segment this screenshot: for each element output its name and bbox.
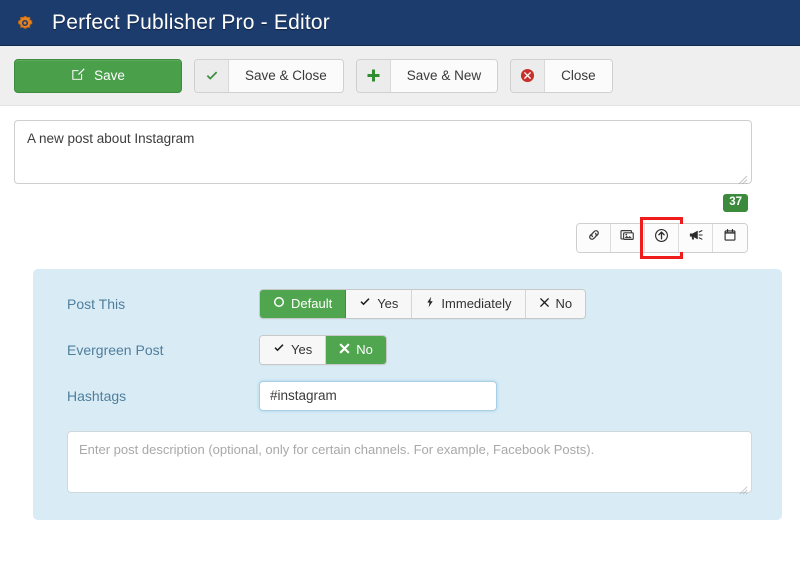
editor-toolbar: Save Save & Close Save & New Close xyxy=(0,46,800,106)
post-this-option-default-label: Default xyxy=(291,296,333,312)
save-and-close-button[interactable]: Save & Close xyxy=(194,58,344,93)
app-header: Perfect Publisher Pro - Editor xyxy=(0,0,800,46)
post-this-option-immediately-label: Immediately xyxy=(441,296,512,312)
calendar-icon xyxy=(723,228,737,247)
attachment-toolbar xyxy=(576,216,748,259)
check-icon xyxy=(273,342,285,357)
post-this-option-default[interactable]: Default xyxy=(260,289,347,318)
times-circle-icon xyxy=(511,59,546,92)
calendar-icon-button[interactable] xyxy=(713,223,747,252)
check-icon xyxy=(195,59,229,92)
save-and-close-label: Save & Close xyxy=(229,59,343,92)
megaphone-icon-button[interactable] xyxy=(679,223,713,252)
message-textarea[interactable] xyxy=(14,120,752,184)
evergreen-post-label: Evergreen Post xyxy=(67,341,164,358)
post-this-button-group: Default Yes Immediately No xyxy=(259,288,587,319)
page-title: Perfect Publisher Pro - Editor xyxy=(52,10,330,34)
evergreen-post-button-group: Yes No xyxy=(259,334,387,365)
char-counter-row: 37 xyxy=(0,189,800,212)
post-this-option-no-label: No xyxy=(555,296,573,312)
post-this-option-yes[interactable]: Yes xyxy=(346,289,413,318)
field-row-hashtags: Hashtags xyxy=(51,380,766,411)
post-this-option-immediately[interactable]: Immediately xyxy=(412,289,526,318)
link-icon xyxy=(587,228,601,247)
save-button[interactable]: Save xyxy=(14,58,182,93)
close-button[interactable]: Close xyxy=(510,58,613,93)
evergreen-option-yes[interactable]: Yes xyxy=(260,335,327,364)
post-this-label: Post This xyxy=(67,295,126,312)
description-field-wrap xyxy=(51,427,766,498)
times-icon xyxy=(339,342,350,357)
description-textarea[interactable] xyxy=(67,430,752,493)
hashtags-label: Hashtags xyxy=(67,387,127,404)
upload-icon-button[interactable] xyxy=(640,216,683,259)
hashtags-input[interactable] xyxy=(259,380,497,411)
bolt-icon xyxy=(425,296,435,311)
char-counter-badge: 37 xyxy=(723,194,748,212)
link-icon-button[interactable] xyxy=(577,223,611,252)
images-icon-button[interactable] xyxy=(611,223,645,252)
save-and-new-button[interactable]: Save & New xyxy=(355,58,499,93)
post-settings-panel: Post This Default Yes Immediately No Eve… xyxy=(33,268,782,520)
field-row-post-this: Post This Default Yes Immediately No xyxy=(51,288,766,319)
post-this-option-yes-label: Yes xyxy=(377,296,399,312)
images-icon xyxy=(619,228,636,247)
evergreen-option-no-label: No xyxy=(356,342,373,358)
megaphone-icon xyxy=(688,228,704,247)
circle-o-icon xyxy=(273,296,285,311)
message-field-wrap xyxy=(0,106,800,189)
times-icon xyxy=(539,296,550,311)
save-and-new-label: Save & New xyxy=(390,59,498,92)
evergreen-option-no[interactable]: No xyxy=(326,335,386,364)
edit-square-icon xyxy=(71,67,85,84)
editor-content: 37 xyxy=(0,106,800,520)
check-icon xyxy=(359,296,371,311)
upload-circle-icon xyxy=(654,228,669,248)
gear-icon xyxy=(14,12,36,34)
close-button-label: Close xyxy=(545,59,612,92)
field-row-evergreen-post: Evergreen Post Yes No xyxy=(51,334,766,365)
post-this-option-no[interactable]: No xyxy=(525,289,586,318)
save-button-label: Save xyxy=(94,68,125,83)
plus-icon xyxy=(356,59,391,92)
evergreen-option-yes-label: Yes xyxy=(291,342,313,358)
attachment-toolbar-row xyxy=(0,212,800,259)
